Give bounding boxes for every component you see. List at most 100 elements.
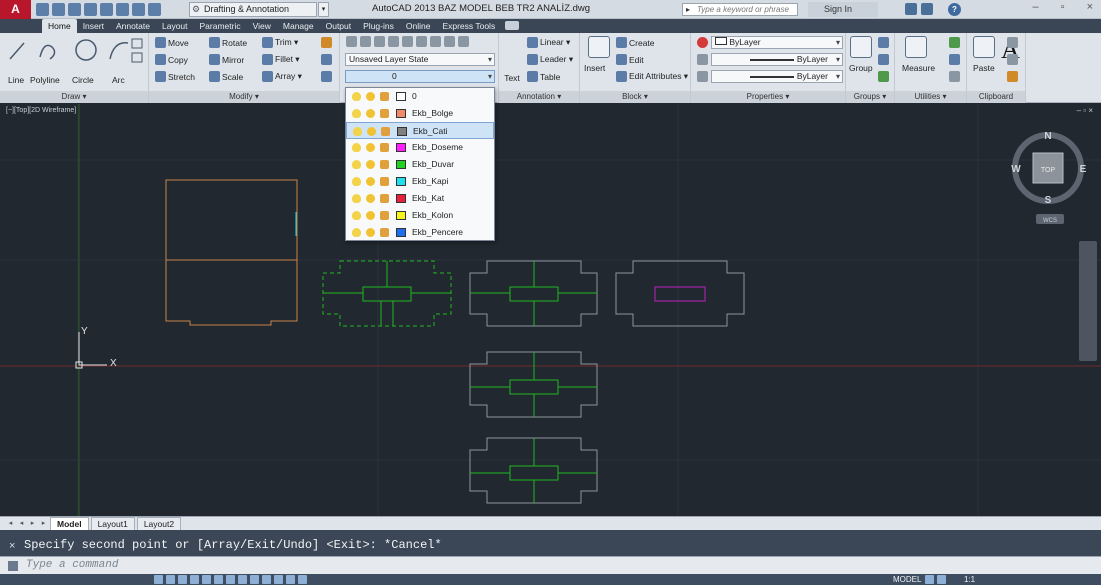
linetype-select[interactable]: ByLayer — [711, 70, 843, 83]
redo-icon[interactable] — [148, 3, 161, 16]
layer-unlock-icon[interactable] — [381, 127, 390, 136]
print-icon[interactable] — [116, 3, 129, 16]
quick-view-layouts-icon[interactable] — [925, 575, 934, 584]
infocenter-icon[interactable] — [921, 3, 933, 15]
insert-button[interactable]: Insert — [584, 63, 605, 73]
layer-item-0[interactable]: 0 — [346, 88, 494, 105]
tab-insert[interactable]: Insert — [77, 19, 110, 33]
layer-unlock-icon[interactable] — [380, 177, 389, 186]
id-point-icon[interactable] — [949, 54, 960, 65]
layer-thaw-icon[interactable] — [366, 194, 375, 203]
otrack-toggle-icon[interactable] — [226, 575, 235, 584]
modify-panel-title[interactable]: Modify ▾ — [149, 91, 339, 103]
layer-item-ekb-bolge[interactable]: Ekb_Bolge — [346, 105, 494, 122]
lwt-toggle-icon[interactable] — [262, 575, 271, 584]
layer-item-ekb-kolon[interactable]: Ekb_Kolon — [346, 207, 494, 224]
arc-button[interactable]: Arc — [112, 75, 125, 85]
draw-panel-title[interactable]: Draw ▾ — [0, 91, 148, 103]
layer-on-icon[interactable] — [352, 92, 361, 101]
layer-thaw-icon[interactable] — [366, 177, 375, 186]
tab-output[interactable]: Output — [320, 19, 358, 33]
osnap-toggle-icon[interactable] — [202, 575, 211, 584]
trim-button[interactable]: Trim ▾ — [262, 37, 298, 48]
layer-thaw-icon[interactable] — [366, 143, 375, 152]
layer-on-icon[interactable] — [352, 143, 361, 152]
color-select[interactable]: ByLayer — [711, 36, 843, 49]
measure-button[interactable]: Measure — [902, 63, 935, 73]
group-button[interactable]: Group — [849, 63, 873, 73]
layer-thaw-icon[interactable] — [367, 127, 376, 136]
exchange-icon[interactable] — [905, 3, 917, 15]
quick-view-drawings-icon[interactable] — [937, 575, 946, 584]
linetype-icon[interactable] — [697, 71, 708, 82]
layer-thaw-icon[interactable] — [366, 109, 375, 118]
layer-unlock-icon[interactable] — [380, 92, 389, 101]
layer-item-ekb-cati[interactable]: Ekb_Cati — [346, 122, 494, 139]
create-block-button[interactable]: Create — [616, 37, 655, 48]
layer-match-icon[interactable] — [430, 36, 441, 47]
rotate-button[interactable]: Rotate — [209, 37, 247, 48]
qat-customize-icon[interactable]: ▾ — [318, 2, 329, 17]
table-button[interactable]: Table — [527, 71, 560, 82]
layer-state-icon[interactable] — [360, 36, 371, 47]
command-input-area[interactable]: Type a command — [0, 556, 1101, 574]
qp-toggle-icon[interactable] — [286, 575, 295, 584]
group-icon[interactable] — [850, 36, 872, 58]
stretch-button[interactable]: Stretch — [155, 71, 195, 82]
layer-previous-icon[interactable] — [444, 36, 455, 47]
move-button[interactable]: Move — [155, 37, 189, 48]
calculator-icon[interactable] — [949, 71, 960, 82]
polar-toggle-icon[interactable] — [190, 575, 199, 584]
group-edit-icon[interactable] — [878, 54, 889, 65]
cut-icon[interactable] — [1007, 37, 1018, 48]
ungroup-icon[interactable] — [878, 37, 889, 48]
close-icon[interactable]: × — [9, 540, 15, 552]
layer-on-icon[interactable] — [353, 127, 362, 136]
prev-tab-icon[interactable]: ◂ — [17, 519, 26, 528]
layer-unlock-icon[interactable] — [380, 228, 389, 237]
minimize-icon[interactable]: – — [1033, 1, 1039, 13]
tab-online[interactable]: Online — [400, 19, 437, 33]
undo-icon[interactable] — [132, 3, 145, 16]
edit-attributes-button[interactable]: Edit Attributes ▾ — [616, 71, 688, 82]
layer-state-select[interactable]: Unsaved Layer State — [345, 53, 495, 66]
save-icon[interactable] — [68, 3, 81, 16]
lineweight-icon[interactable] — [697, 54, 708, 65]
layer-freeze-icon[interactable] — [402, 36, 413, 47]
leader-button[interactable]: Leader ▾ — [527, 54, 573, 65]
quick-select-icon[interactable] — [949, 37, 960, 48]
paste-button[interactable]: Paste — [973, 63, 995, 73]
open-icon[interactable] — [52, 3, 65, 16]
layer-on-icon[interactable] — [352, 160, 361, 169]
paste-icon[interactable] — [973, 36, 995, 58]
dyn-toggle-icon[interactable] — [250, 575, 259, 584]
layer-unlock-icon[interactable] — [380, 194, 389, 203]
tab-annotate[interactable]: Annotate — [110, 19, 156, 33]
insert-block-icon[interactable] — [588, 36, 610, 58]
tab-plug-ins[interactable]: Plug-ins — [357, 19, 400, 33]
layer-on-icon[interactable] — [352, 194, 361, 203]
groups-panel-title[interactable]: Groups ▾ — [846, 91, 894, 103]
properties-panel-title[interactable]: Properties ▾ — [691, 91, 845, 103]
snap-toggle-icon[interactable] — [154, 575, 163, 584]
maximize-icon[interactable]: ▫ — [1061, 1, 1065, 13]
layer-select[interactable]: 0 — [345, 70, 495, 83]
fillet-button[interactable]: Fillet ▾ — [262, 54, 300, 65]
workspace-select[interactable]: Drafting & Annotation — [189, 2, 317, 17]
layer-unisolate-icon[interactable] — [388, 36, 399, 47]
erase-icon[interactable] — [321, 37, 332, 48]
help-icon[interactable]: ? — [948, 3, 961, 16]
layer-on-icon[interactable] — [352, 211, 361, 220]
model-space-drawing[interactable]: Y X TOP N S E W WCS — [0, 104, 1101, 516]
layer-properties-icon[interactable] — [346, 36, 357, 47]
annotation-panel-title[interactable]: Annotation ▾ — [499, 91, 579, 103]
grid-toggle-icon[interactable] — [166, 575, 175, 584]
tab-model[interactable]: Model — [50, 517, 89, 530]
layer-unlock-icon[interactable] — [380, 211, 389, 220]
layer-on-icon[interactable] — [352, 109, 361, 118]
plot-icon[interactable] — [100, 3, 113, 16]
layer-thaw-icon[interactable] — [366, 228, 375, 237]
layer-unlock-icon[interactable] — [380, 143, 389, 152]
sc-toggle-icon[interactable] — [298, 575, 307, 584]
layer-item-ekb-duvar[interactable]: Ekb_Duvar — [346, 156, 494, 173]
